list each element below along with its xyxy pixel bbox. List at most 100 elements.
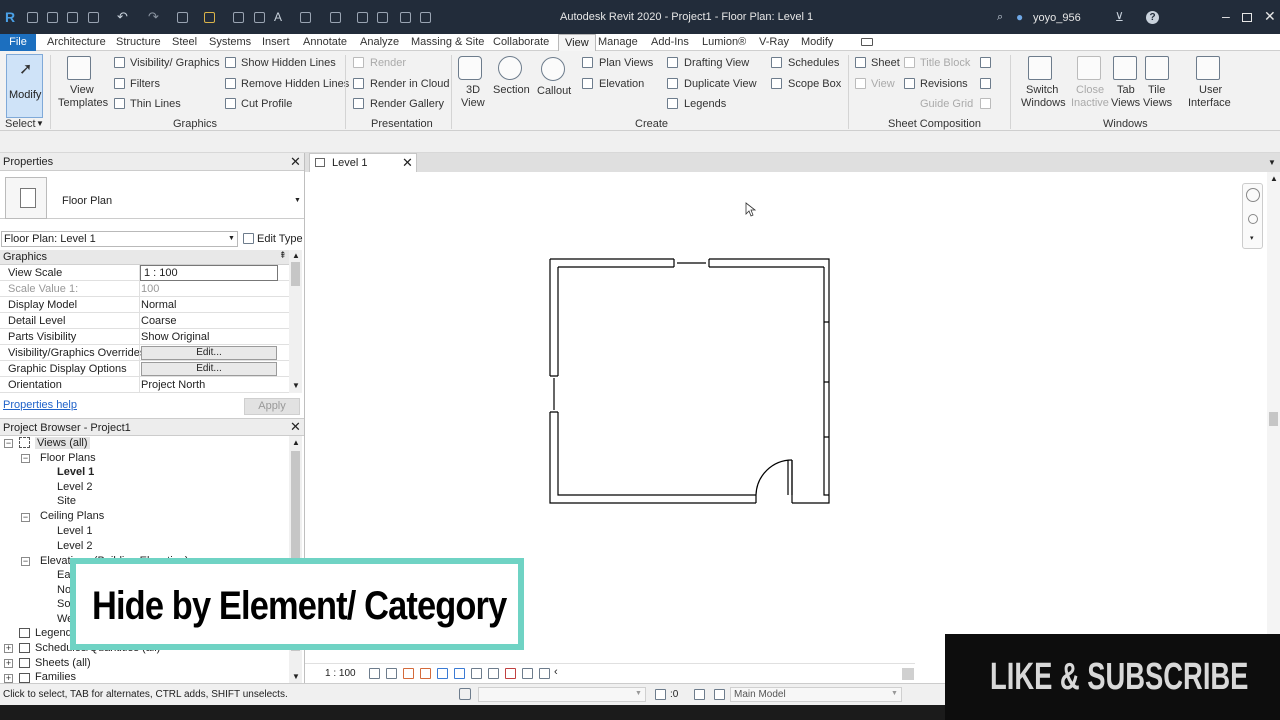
- show-hidden-lines-icon[interactable]: [225, 57, 236, 68]
- detail-level-icon[interactable]: [369, 668, 380, 679]
- expand-icon[interactable]: +: [4, 674, 13, 683]
- zoom-icon[interactable]: [1248, 214, 1258, 224]
- visual-style-icon[interactable]: [386, 668, 397, 679]
- close-icon[interactable]: ✕: [290, 155, 301, 168]
- restore-icon[interactable]: [1242, 13, 1252, 22]
- remove-hidden-lines-button[interactable]: Remove Hidden Lines: [241, 78, 349, 90]
- chevron-down-icon[interactable]: ▼: [294, 197, 301, 204]
- thin-lines-button[interactable]: Thin Lines: [130, 98, 181, 110]
- temporary-hide-icon[interactable]: [488, 668, 499, 679]
- close-hidden-icon[interactable]: [377, 12, 388, 23]
- tile-views-icon[interactable]: [1145, 56, 1169, 80]
- cut-profile-button[interactable]: Cut Profile: [241, 98, 292, 110]
- tree-floor-plan-level-1[interactable]: Level 1: [57, 466, 94, 478]
- collapse-icon[interactable]: −: [21, 557, 30, 566]
- chevron-left-icon[interactable]: ‹: [554, 666, 558, 678]
- worksets-icon[interactable]: [459, 688, 471, 700]
- text-icon[interactable]: A: [274, 10, 282, 24]
- scope-box-icon[interactable]: [771, 78, 782, 89]
- steering-wheel-icon[interactable]: [1246, 188, 1260, 202]
- sun-path-icon[interactable]: [403, 668, 414, 679]
- minimize-icon[interactable]: –: [1222, 8, 1230, 24]
- properties-help-link[interactable]: Properties help: [3, 399, 77, 411]
- switch-windows-icon[interactable]: [1028, 56, 1052, 80]
- graphic-display-edit-button[interactable]: Edit...: [141, 362, 277, 376]
- section-icon[interactable]: [330, 12, 341, 23]
- tree-floor-plan-level-2[interactable]: Level 2: [57, 481, 92, 493]
- sync-icon[interactable]: [88, 12, 99, 23]
- prop-row-display-model[interactable]: Display Model Normal: [0, 297, 289, 313]
- tag-icon[interactable]: [254, 12, 265, 23]
- collapse-icon[interactable]: −: [4, 439, 13, 448]
- type-selector[interactable]: Floor Plan ▼: [0, 172, 304, 219]
- instance-selector[interactable]: Floor Plan: Level 1 ▼: [1, 231, 238, 247]
- tree-ceiling-plans[interactable]: Ceiling Plans: [40, 510, 104, 522]
- dimension-icon[interactable]: [233, 12, 244, 23]
- collapse-icon[interactable]: −: [21, 513, 30, 522]
- scroll-up-icon[interactable]: ▲: [292, 438, 300, 447]
- revisions-icon[interactable]: [904, 78, 915, 89]
- tab-views-icon[interactable]: [1113, 56, 1137, 80]
- tab-views-label-2[interactable]: Views: [1111, 97, 1140, 109]
- measure-icon[interactable]: [204, 12, 215, 23]
- collapse-icon[interactable]: −: [21, 454, 30, 463]
- tab-vray[interactable]: V-Ray: [759, 36, 789, 48]
- matchline-icon[interactable]: [980, 57, 991, 68]
- tab-structure[interactable]: Structure: [116, 36, 161, 48]
- close-icon[interactable]: ✕: [1264, 8, 1276, 25]
- view-templates-label-2[interactable]: Templates: [58, 97, 108, 109]
- user-interface-label-2[interactable]: Interface: [1188, 97, 1231, 109]
- scroll-up-icon[interactable]: ▲: [292, 251, 300, 260]
- filters-button[interactable]: Filters: [130, 78, 160, 90]
- unlocked-3d-icon[interactable]: [471, 668, 482, 679]
- print-icon[interactable]: [177, 12, 188, 23]
- tree-sheets[interactable]: Sheets (all): [35, 657, 91, 669]
- render-in-cloud-icon[interactable]: [353, 78, 364, 89]
- revisions-button[interactable]: Revisions: [920, 78, 968, 90]
- thin-lines-icon[interactable]: [114, 98, 125, 109]
- tab-file[interactable]: File: [0, 34, 36, 51]
- switch-windows-label-1[interactable]: Switch: [1026, 84, 1058, 96]
- tab-massing-site[interactable]: Massing & Site: [411, 36, 484, 48]
- render-in-cloud-button[interactable]: Render in Cloud: [370, 78, 450, 90]
- tab-manage[interactable]: Manage: [598, 36, 638, 48]
- folder-icon[interactable]: [47, 12, 58, 23]
- worksharing-icon[interactable]: [522, 668, 533, 679]
- tab-annotate[interactable]: Annotate: [303, 36, 347, 48]
- sheet-button[interactable]: Sheet: [871, 57, 900, 69]
- show-hidden-lines-button[interactable]: Show Hidden Lines: [241, 57, 336, 69]
- close-inactive-label-2[interactable]: Inactive: [1071, 97, 1109, 109]
- reveal-hidden-icon[interactable]: [505, 668, 516, 679]
- tab-view[interactable]: View: [558, 34, 596, 51]
- save-icon[interactable]: [67, 12, 78, 23]
- prop-row-view-scale[interactable]: View Scale 1 : 100: [0, 265, 289, 281]
- remove-hidden-lines-icon[interactable]: [225, 78, 236, 89]
- navigation-bar[interactable]: ▾: [1242, 183, 1263, 249]
- schedules-icon[interactable]: [771, 57, 782, 68]
- tree-ceiling-plan-level-2[interactable]: Level 2: [57, 540, 92, 552]
- section-button[interactable]: Section: [493, 84, 530, 96]
- tab-lumion[interactable]: Lumion®: [702, 36, 746, 48]
- tab-systems[interactable]: Systems: [209, 36, 251, 48]
- callout-button[interactable]: Callout: [537, 85, 571, 97]
- view-templates-icon[interactable]: [67, 56, 91, 80]
- section-icon[interactable]: [498, 56, 522, 80]
- 3d-view-label-1[interactable]: 3D: [466, 84, 480, 96]
- tab-menu-icon[interactable]: ▼: [1268, 158, 1276, 167]
- tile-views-label-2[interactable]: Views: [1143, 97, 1172, 109]
- modify-button[interactable]: ➚ Modify: [6, 54, 43, 118]
- customize-qat-icon[interactable]: [420, 12, 431, 23]
- tree-ceiling-plan-level-1[interactable]: Level 1: [57, 525, 92, 537]
- scroll-down-icon[interactable]: ▼: [292, 381, 300, 390]
- select-panel-label[interactable]: Select: [5, 118, 36, 130]
- prop-row-detail-level[interactable]: Detail Level Coarse: [0, 313, 289, 329]
- visibility-graphics-button[interactable]: Visibility/ Graphics: [130, 57, 220, 69]
- tree-families[interactable]: Families: [35, 671, 76, 683]
- prop-row-orientation[interactable]: Orientation Project North: [0, 377, 289, 393]
- schedules-button[interactable]: Schedules: [788, 57, 839, 69]
- close-inactive-label-1[interactable]: Close: [1076, 84, 1104, 96]
- tab-architecture[interactable]: Architecture: [47, 36, 106, 48]
- tree-floor-plan-site[interactable]: Site: [57, 495, 76, 507]
- guide-grid-button[interactable]: Guide Grid: [920, 98, 973, 110]
- user-interface-icon[interactable]: [1196, 56, 1220, 80]
